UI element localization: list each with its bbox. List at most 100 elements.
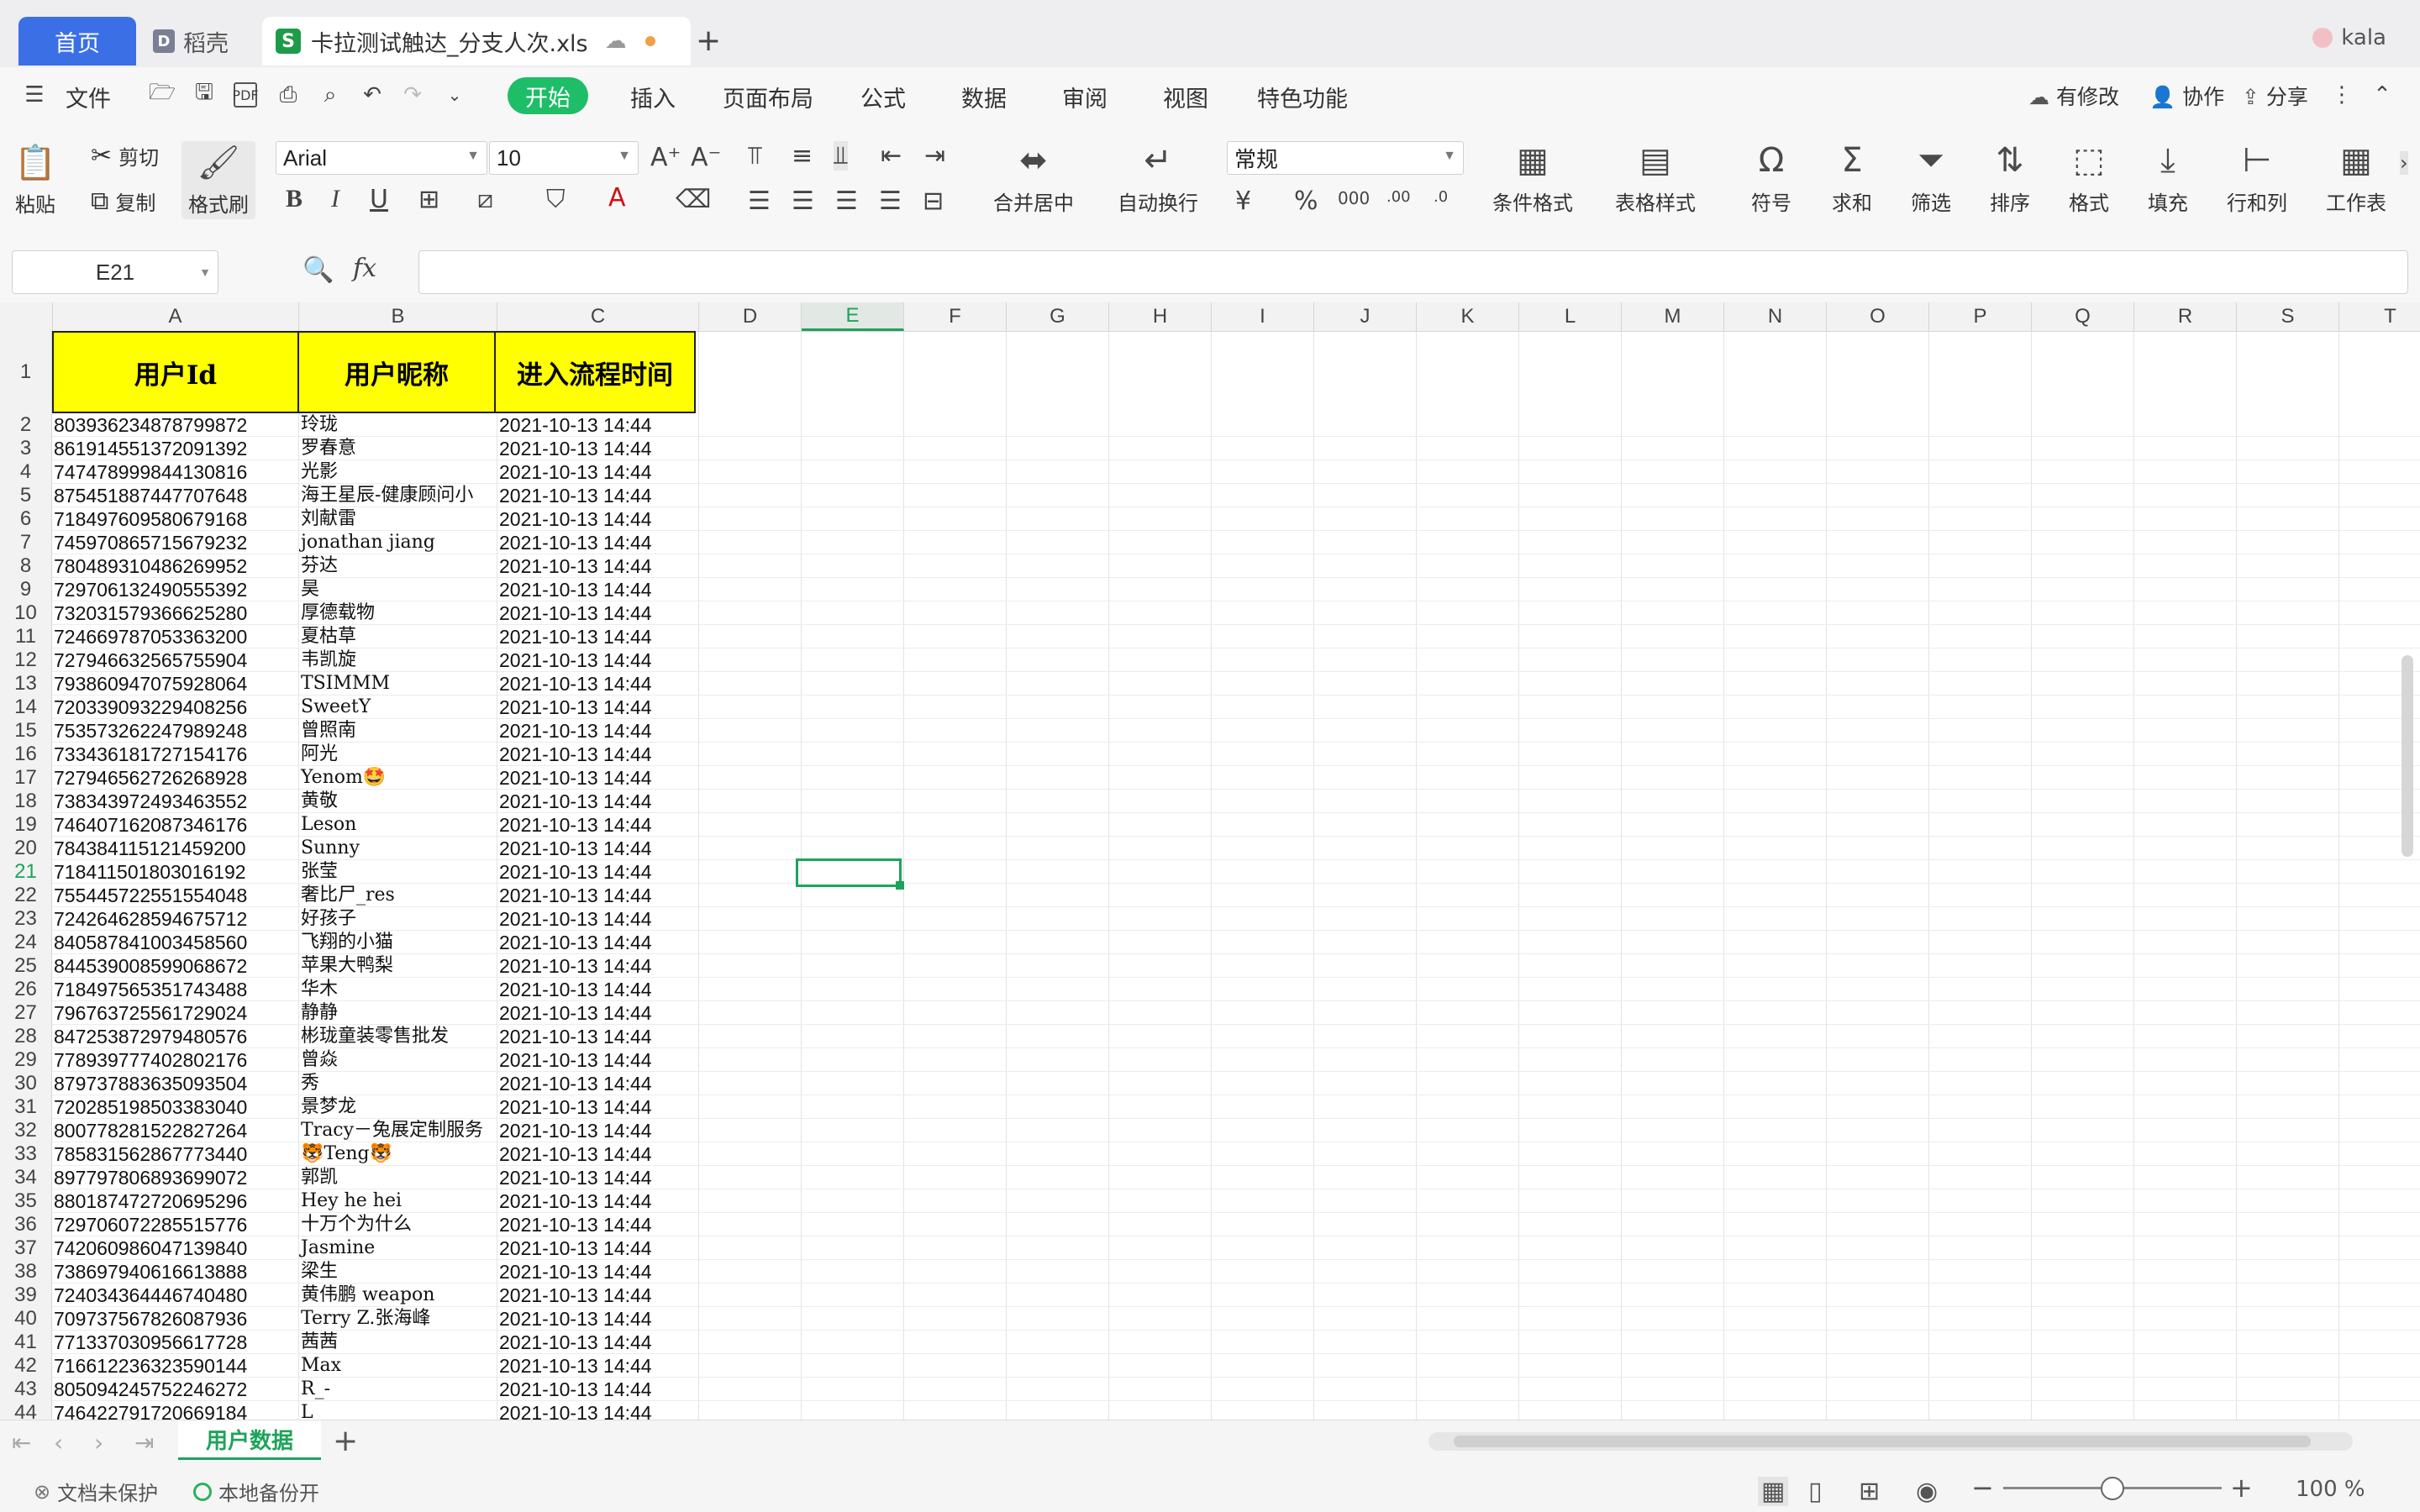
worksheet-button[interactable]: ▦ 工作表 [2326, 141, 2386, 216]
cell-entry-time[interactable]: 2021-10-13 14:44 [497, 1142, 699, 1166]
header-cell-nickname[interactable]: 用户昵称 [297, 331, 496, 413]
spreadsheet-grid[interactable]: ABCDEFGHIJKLMNOPQRST 1 2 3 4 5 6 7 8 9 10 11 12 13 14… [0, 302, 2420, 1420]
menu-home-tab[interactable]: 开始 [508, 77, 588, 114]
cell-entry-time[interactable]: 2021-10-13 14:44 [497, 743, 699, 766]
cell-user-id[interactable]: 840587841003458560 [52, 931, 299, 954]
cell-user-id[interactable]: 727946632565755904 [52, 648, 299, 672]
cell-entry-time[interactable]: 2021-10-13 14:44 [497, 601, 699, 625]
row-header[interactable]: 22 [0, 884, 52, 907]
column-header-p[interactable]: P [1929, 302, 2032, 331]
cell-nickname[interactable]: Leson [299, 813, 497, 837]
active-cell-selection[interactable] [796, 858, 902, 887]
cell-entry-time[interactable]: 2021-10-13 14:44 [497, 790, 699, 813]
row-header[interactable]: 32 [0, 1119, 52, 1142]
cell-nickname[interactable]: 静静 [299, 1001, 497, 1025]
cell-user-id[interactable]: 879737883635093504 [52, 1072, 299, 1095]
cell-nickname[interactable]: TSIMMM [299, 672, 497, 696]
row-header[interactable]: 38 [0, 1260, 52, 1284]
cell-entry-time[interactable]: 2021-10-13 14:44 [497, 578, 699, 601]
row-header[interactable]: 41 [0, 1331, 52, 1354]
zoom-in-icon[interactable]: + [2230, 1472, 2253, 1504]
cut-button[interactable]: ✂ 剪切 [91, 141, 159, 171]
cell-nickname[interactable]: Sunny [299, 837, 497, 860]
column-header-a[interactable]: A [52, 302, 299, 331]
column-header-i[interactable]: I [1212, 302, 1314, 331]
cell-nickname[interactable]: Terry Z.张海峰 [299, 1307, 497, 1331]
cell-entry-time[interactable]: 2021-10-13 14:44 [497, 1119, 699, 1142]
cell-nickname[interactable]: 玲珑 [299, 413, 497, 437]
column-header-h[interactable]: H [1109, 302, 1212, 331]
menu-special-features[interactable]: 特色功能 [1257, 81, 1348, 113]
tab-home[interactable]: 首页 [18, 17, 136, 66]
cell-entry-time[interactable]: 2021-10-13 14:44 [497, 625, 699, 648]
tab-spreadsheet-file[interactable]: S 卡拉测试触达_分支人次.xls ☁ [262, 17, 691, 66]
row-header[interactable]: 17 [0, 766, 52, 790]
cell-user-id[interactable]: 724669787053363200 [52, 625, 299, 648]
cell-entry-time[interactable]: 2021-10-13 14:44 [497, 1284, 699, 1307]
cell-nickname[interactable]: 彬珑童装零售批发 [299, 1025, 497, 1048]
local-backup-status[interactable]: 本地备份开 [193, 1477, 319, 1506]
increase-font-icon[interactable]: A⁺ [650, 143, 681, 172]
page-break-view-icon[interactable]: ⊞ [1859, 1477, 1880, 1506]
row-header[interactable]: 12 [0, 648, 52, 672]
row-header[interactable]: 24 [0, 931, 52, 954]
cell-nickname[interactable]: 景梦龙 [299, 1095, 497, 1119]
cell-nickname[interactable]: R_- [299, 1378, 497, 1401]
cell-entry-time[interactable]: 2021-10-13 14:44 [497, 1095, 699, 1119]
header-cell-entry-time[interactable]: 进入流程时间 [494, 331, 696, 413]
row-header[interactable]: 19 [0, 813, 52, 837]
cell-entry-time[interactable]: 2021-10-13 14:44 [497, 1354, 699, 1378]
row-header[interactable]: 16 [0, 743, 52, 766]
font-family-select[interactable]: Arial ▼ [276, 141, 487, 175]
cell-user-id[interactable]: 718497565351743488 [52, 978, 299, 1001]
more-options-icon[interactable]: ⋮ [2329, 82, 2354, 108]
select-all-corner[interactable] [0, 302, 53, 331]
row-header[interactable]: 29 [0, 1048, 52, 1072]
align-top-icon[interactable]: ⫪ [748, 141, 762, 171]
column-header-o[interactable]: O [1827, 302, 1929, 331]
cell-user-id[interactable]: 733436181727154176 [52, 743, 299, 766]
row-header[interactable]: 4 [0, 460, 52, 484]
cell-nickname[interactable]: Jasmine [299, 1236, 497, 1260]
cell-entry-time[interactable]: 2021-10-13 14:44 [497, 1001, 699, 1025]
cell-nickname[interactable]: 韦凯旋 [299, 648, 497, 672]
cell-user-id[interactable]: 724264628594675712 [52, 907, 299, 931]
cell-nickname[interactable]: Yenom🤩 [299, 766, 497, 790]
decrease-font-icon[interactable]: A⁻ [691, 143, 721, 172]
fill-handle[interactable] [896, 881, 904, 890]
align-bottom-icon[interactable]: ⫫ [834, 141, 848, 171]
cell-nickname[interactable]: SweetY [299, 696, 497, 719]
row-header[interactable]: 44 [0, 1401, 52, 1420]
name-box[interactable]: E21 ▼ [12, 250, 218, 294]
filter-button[interactable]: ⏷ 筛选 [1911, 141, 1951, 216]
column-header-f[interactable]: F [904, 302, 1007, 331]
column-header-l[interactable]: L [1519, 302, 1622, 331]
cell-user-id[interactable]: 875451887447707648 [52, 484, 299, 507]
fill-color-icon[interactable]: ⛉ [546, 185, 566, 214]
cell-user-id[interactable]: 732031579366625280 [52, 601, 299, 625]
cell-nickname[interactable]: 好孩子 [299, 907, 497, 931]
cell-entry-time[interactable]: 2021-10-13 14:44 [497, 978, 699, 1001]
format-button[interactable]: ⬚ 格式 [2069, 141, 2109, 216]
menu-insert[interactable]: 插入 [630, 81, 676, 113]
cell-user-id[interactable]: 718411501803016192 [52, 860, 299, 884]
row-header[interactable]: 7 [0, 531, 52, 554]
cell-user-id[interactable]: 844539008599068672 [52, 954, 299, 978]
cell-user-id[interactable]: 746407162087346176 [52, 813, 299, 837]
new-tab-button[interactable]: + [696, 24, 721, 58]
cell-nickname[interactable]: 张莹 [299, 860, 497, 884]
cell-entry-time[interactable]: 2021-10-13 14:44 [497, 1236, 699, 1260]
cell-nickname[interactable]: L [299, 1401, 497, 1420]
column-header-e[interactable]: E [802, 302, 904, 331]
cell-entry-time[interactable]: 2021-10-13 14:44 [497, 931, 699, 954]
row-header[interactable]: 6 [0, 507, 52, 531]
cell-entry-time[interactable]: 2021-10-13 14:44 [497, 1025, 699, 1048]
cell-nickname[interactable]: jonathan jiang [299, 531, 497, 554]
customize-quick-access-icon[interactable]: ⌄ [442, 82, 467, 108]
row-column-button[interactable]: ⊢ 行和列 [2227, 141, 2287, 216]
cell-entry-time[interactable]: 2021-10-13 14:44 [497, 813, 699, 837]
sheet-tab-user-data[interactable]: 用户数据 [178, 1420, 321, 1460]
row-header[interactable]: 25 [0, 954, 52, 978]
ribbon-scroll-right-icon[interactable]: › [2400, 151, 2408, 175]
cell-user-id[interactable]: 729706132490555392 [52, 578, 299, 601]
